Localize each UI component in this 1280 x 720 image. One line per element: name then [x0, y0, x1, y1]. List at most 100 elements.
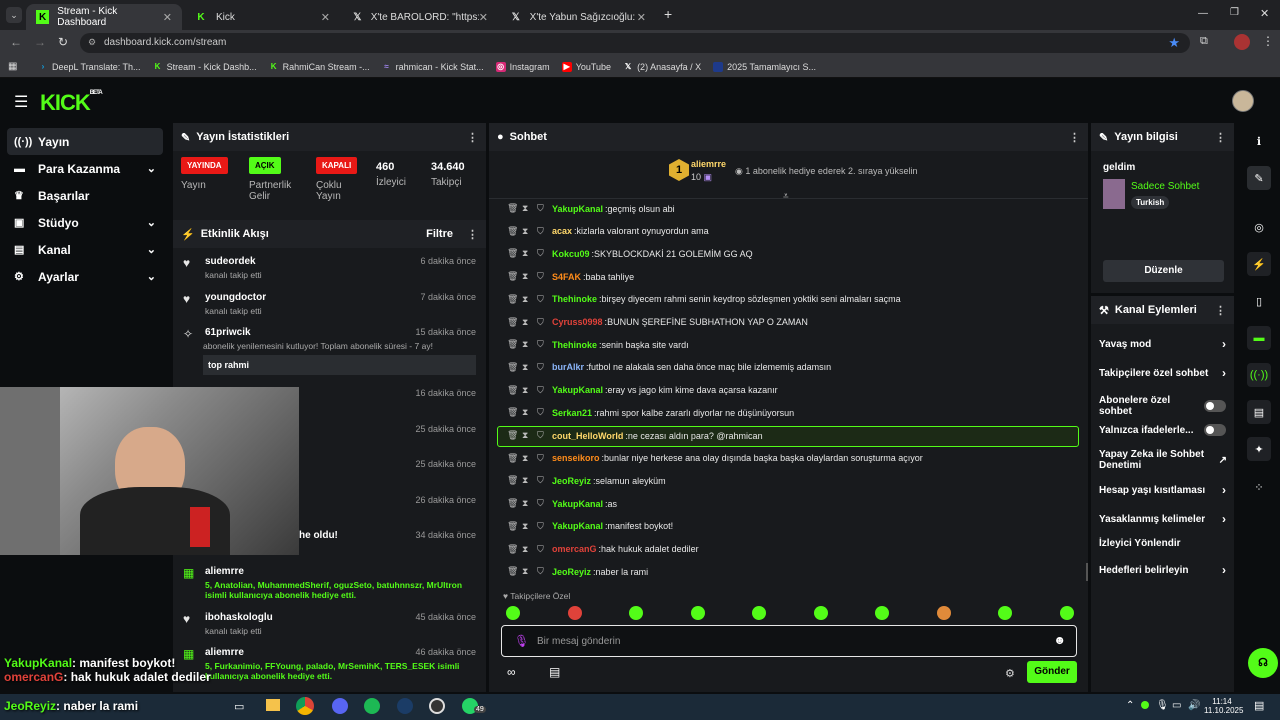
tab-search-icon[interactable]: ⌄: [6, 7, 22, 23]
stats-icon[interactable]: ▯: [1247, 289, 1271, 313]
delete-icon[interactable]: 🗑: [507, 271, 518, 282]
chat-username[interactable]: omercanG: [552, 544, 597, 554]
timeout-icon[interactable]: ⧗: [522, 385, 528, 396]
action-account-age[interactable]: Hesap yaşı kısıtlaması ›: [1099, 483, 1226, 497]
mic-tray-icon[interactable]: 🎙: [1156, 700, 1169, 711]
wrench-icon[interactable]: ✦: [1247, 437, 1271, 461]
tray-app-icon[interactable]: [1141, 701, 1149, 709]
sidebar-item-studyo[interactable]: ▣ Stüdyo ⌄: [0, 209, 170, 236]
browser-menu-icon[interactable]: ⋮: [1262, 34, 1274, 48]
timeout-icon[interactable]: ⧗: [522, 498, 528, 509]
delete-icon[interactable]: 🗑: [507, 294, 518, 305]
bookmark-deepl[interactable]: › DeepL Translate: Th...: [38, 62, 141, 72]
timeout-icon[interactable]: ⧗: [522, 521, 528, 532]
delete-icon[interactable]: 🗑: [507, 362, 518, 373]
chat-username[interactable]: acax: [552, 226, 572, 236]
hamburger-menu-icon[interactable]: ☰: [14, 92, 28, 112]
ban-icon[interactable]: ⛉: [537, 385, 544, 396]
user-avatar[interactable]: [1232, 90, 1254, 112]
bookmark-star-icon[interactable]: ★: [1168, 35, 1180, 51]
timeout-icon[interactable]: ⧗: [522, 203, 528, 214]
sidebar-item-basarilar[interactable]: ♛ Başarılar: [0, 182, 170, 209]
delete-icon[interactable]: 🗑: [507, 407, 518, 418]
ban-icon[interactable]: ⛉: [537, 475, 544, 486]
chat-message[interactable]: 🗑 ⧗ ⛉ acax: kizlarla valorant oynuyordun am…: [507, 221, 709, 242]
chat-message[interactable]: 🗑 ⧗ ⛉ YakupKanal: as: [507, 493, 617, 514]
minimize-icon[interactable]: —: [1198, 8, 1208, 19]
emote-icon[interactable]: [629, 606, 643, 620]
delete-icon[interactable]: 🗑: [507, 226, 518, 237]
action-emotes-only[interactable]: Yalnızca ifadelerle...: [1099, 424, 1226, 436]
delete-icon[interactable]: 🗑: [507, 203, 518, 214]
ban-icon[interactable]: ⛉: [537, 544, 544, 555]
store-icon[interactable]: ▤: [549, 665, 560, 679]
ban-icon[interactable]: ⛉: [537, 203, 544, 214]
obs-icon[interactable]: [429, 698, 445, 714]
chat-username[interactable]: Thehinoke: [552, 294, 597, 304]
chat-message[interactable]: 🗑 ⧗ ⛉ cout_HelloWorld: ne cezası aldın para…: [507, 425, 763, 446]
delete-icon[interactable]: 🗑: [507, 521, 518, 532]
action-raid[interactable]: İzleyici Yönlendir: [1099, 538, 1226, 549]
extensions-icon[interactable]: ⧉: [1200, 35, 1208, 48]
scrollbar[interactable]: [1086, 563, 1088, 581]
chat-username[interactable]: YakupKanal: [552, 204, 603, 214]
info-icon[interactable]: ℹ: [1247, 129, 1271, 153]
timeout-icon[interactable]: ⧗: [522, 271, 528, 282]
chat-username[interactable]: Kokcu09: [552, 249, 590, 259]
delete-icon[interactable]: 🗑: [507, 566, 518, 577]
kick-logo[interactable]: KICKBETA: [40, 90, 103, 116]
more-options-icon[interactable]: ⋮: [1215, 304, 1226, 317]
ban-icon[interactable]: ⛉: [537, 430, 544, 441]
chat-message[interactable]: 🗑 ⧗ ⛉ burAlkr: futbol ne alakala sen daha ö…: [507, 357, 831, 378]
bookmark-2025[interactable]: 2025 Tamamlayıcı S...: [713, 61, 816, 72]
chat-username[interactable]: Thehinoke: [552, 340, 597, 350]
timeout-icon[interactable]: ⧗: [522, 475, 528, 486]
chat-message[interactable]: 🗑 ⧗ ⛉ Thehinoke: senin başka site vardı: [507, 334, 689, 355]
bookmark-youtube[interactable]: ▶ YouTube: [561, 61, 611, 72]
ban-icon[interactable]: ⛉: [537, 339, 544, 350]
chat-message[interactable]: 🗑 ⧗ ⛉ Cyruss0998: BUNUN ŞEREFİNE SUBHATHON …: [507, 312, 808, 333]
broadcast-icon[interactable]: ((·)): [1247, 363, 1271, 387]
pinned-user[interactable]: aliemrre: [691, 159, 726, 169]
clock[interactable]: 11:14 11.10.2025: [1204, 697, 1243, 715]
scroll-down-icon[interactable]: ⩡: [783, 191, 789, 202]
chat-username[interactable]: Serkan21: [552, 408, 592, 418]
more-options-icon[interactable]: ⋮: [1069, 131, 1080, 144]
chat-username[interactable]: YakupKanal: [552, 385, 603, 395]
tab-x-barolord[interactable]: 𝕏 X'te BAROLORD: "https://t.co/w ✕: [342, 4, 498, 30]
bookmark-rahmican[interactable]: K RahmiCan Stream -...: [269, 62, 370, 72]
profile-avatar[interactable]: [1234, 34, 1250, 50]
close-icon[interactable]: ✕: [163, 11, 172, 24]
bookmark-instagram[interactable]: ◎ Instagram: [495, 61, 550, 72]
delete-icon[interactable]: 🗑: [507, 453, 518, 464]
chat-username[interactable]: Cyruss0998: [552, 317, 603, 327]
bookmark-kick-stream[interactable]: K Stream - Kick Dashb...: [153, 62, 257, 72]
chat-message[interactable]: 🗑 ⧗ ⛉ YakupKanal: eray vs jago kim kime dav…: [507, 380, 778, 401]
ban-icon[interactable]: ⛉: [537, 248, 544, 259]
emote-icon[interactable]: [813, 606, 828, 620]
action-followers-only[interactable]: Takipçilere özel sohbet ›: [1099, 366, 1226, 380]
emote-icon[interactable]: [690, 606, 705, 620]
timeout-icon[interactable]: ⧗: [522, 566, 528, 577]
ban-icon[interactable]: ⛉: [537, 226, 544, 237]
close-icon[interactable]: ✕: [321, 11, 330, 24]
action-slow-mode[interactable]: Yavaş mod ›: [1099, 337, 1226, 351]
chat-settings-icon[interactable]: ⚙: [1005, 667, 1015, 680]
ban-icon[interactable]: ⛉: [537, 521, 544, 532]
chat-message[interactable]: 🗑 ⧗ ⛉ Serkan21: rahmi spor kalbe zararlı di…: [507, 402, 794, 423]
ban-icon[interactable]: ⛉: [537, 453, 544, 464]
timeout-icon[interactable]: ⧗: [522, 430, 528, 441]
sidebar-item-ayarlar[interactable]: ⚙ Ayarlar ⌄: [0, 263, 170, 290]
action-set-goals[interactable]: Hedefleri belirleyin ›: [1099, 563, 1226, 577]
sidebar-item-para-kazanma[interactable]: ▬ Para Kazanma ⌄: [0, 155, 170, 182]
steam-icon[interactable]: [397, 698, 413, 714]
filter-button[interactable]: Filtre: [426, 228, 453, 240]
url-input[interactable]: ⚙ dashboard.kick.com/stream ★: [80, 33, 1190, 53]
network-icon[interactable]: ▭: [1172, 700, 1181, 711]
emoji-icon[interactable]: ☻: [1053, 633, 1066, 647]
timeout-icon[interactable]: ⧗: [522, 248, 528, 259]
delete-icon[interactable]: 🗑: [507, 248, 518, 259]
ban-icon[interactable]: ⛉: [537, 566, 544, 577]
window-close-icon[interactable]: ✕: [1260, 7, 1269, 20]
close-icon[interactable]: ✕: [479, 11, 488, 24]
